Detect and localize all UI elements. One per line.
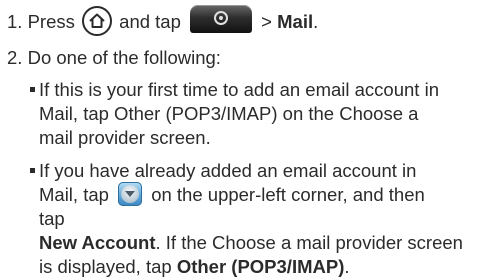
- bullet-1-line-2: Mail, tap Other (POP3/IMAP) on the Choos…: [39, 101, 418, 126]
- bullet-2-other-pop3-imap: Other (POP3/IMAP): [176, 256, 345, 277]
- bullet-1-text-1: If this is your first time to add an ema…: [39, 79, 439, 100]
- step-1-text-arrow: >: [261, 10, 272, 32]
- bullet-2-line-3: tap: [39, 206, 65, 231]
- step-1-mail: Mail: [277, 10, 314, 32]
- bullet-2-text-4: . If the Choose a mail provider screen: [155, 232, 463, 253]
- step-1-text-press: Press: [27, 10, 75, 32]
- step-1-period: .: [313, 10, 319, 32]
- bullet-2-period: .: [344, 256, 350, 277]
- step-2: 2. Do one of the following:: [7, 45, 221, 70]
- bullet-2-text-5a: is displayed, tap: [39, 256, 172, 277]
- bullet-1-line-3: mail provider screen.: [39, 125, 211, 150]
- launcher-icon: [190, 5, 253, 33]
- bullet-2-text-2a: Mail, tap: [39, 184, 109, 205]
- step-1-number: 1.: [7, 10, 23, 32]
- bullet-2-line-2: Mail, tap on the upper-left corner, and …: [39, 182, 425, 208]
- bullet-2-new-account: New Account: [39, 232, 156, 253]
- bullet-1-line-1: If this is your first time to add an ema…: [30, 77, 439, 102]
- bullet-2-line-4: New Account. If the Choose a mail provid…: [39, 230, 463, 255]
- bullet-1-marker: [30, 86, 35, 92]
- step-2-number: 2.: [7, 47, 23, 68]
- bullet-1-text-2: Mail, tap Other (POP3/IMAP) on the Choos…: [39, 103, 419, 124]
- step-1: 1. Press and tap > Mail.: [7, 5, 319, 38]
- step-2-text: Do one of the following:: [27, 47, 221, 68]
- bullet-2-text-2b: on the upper-left corner, and then: [151, 184, 425, 205]
- bullet-2-text-3: tap: [39, 208, 65, 229]
- bullet-1-text-3: mail provider screen.: [39, 127, 211, 148]
- step-1-text-and-tap: and tap: [119, 10, 181, 32]
- bullet-2-line-5: is displayed, tap Other (POP3/IMAP).: [39, 254, 350, 279]
- dropdown-arrow-icon: [118, 182, 143, 207]
- home-icon: [82, 6, 113, 36]
- bullet-2-line-1: If you have already added an email accou…: [30, 158, 416, 183]
- bullet-2-marker: [30, 167, 35, 173]
- bullet-2-text-1: If you have already added an email accou…: [39, 160, 417, 181]
